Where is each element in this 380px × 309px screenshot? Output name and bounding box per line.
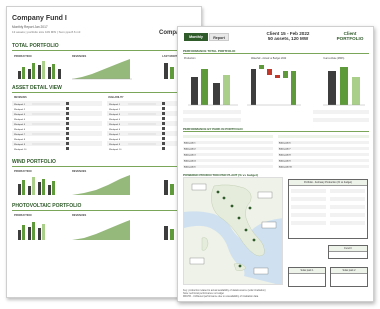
svg-text:Windpark 4: Windpark 4: [14, 118, 26, 121]
section-divider: [12, 166, 198, 167]
report-subtitle: Monthly Report Jan 2017: [12, 25, 48, 29]
ytd-bars: [328, 67, 360, 105]
svg-text:Windpark 7: Windpark 7: [109, 133, 121, 136]
footnotes: Key: production related to actual availa…: [183, 289, 293, 298]
tab-monthly[interactable]: Monthly: [184, 33, 208, 41]
chart-label-mid: Waterfall - Actual vs Budget 2022: [251, 57, 287, 60]
svg-text:PRODUCTION: PRODUCTION: [14, 213, 32, 217]
production-map[interactable]: [183, 177, 283, 285]
fund-box: Fund II: [328, 245, 368, 259]
production-label: PRODUCTION: [14, 54, 32, 58]
svg-text:Solar park 10: Solar park 10: [279, 167, 292, 169]
svg-text:Windpark 10: Windpark 10: [109, 148, 122, 151]
svg-text:Windpark 3: Windpark 3: [14, 113, 26, 116]
svg-text:Windpark 9: Windpark 9: [109, 143, 121, 146]
svg-text:Windpark 2: Windpark 2: [14, 108, 26, 111]
svg-text:Windpark 6: Windpark 6: [14, 128, 26, 131]
fund-title: Company Fund I: [12, 15, 67, 22]
section-asset-overview: ASSET DETAIL VIEW: [12, 85, 62, 91]
svg-text:Solar park 8: Solar park 8: [279, 155, 291, 157]
report-preview: Company Fund I Monthly Report Jan 2017 1…: [0, 0, 380, 309]
svg-text:Windpark 6: Windpark 6: [109, 128, 121, 131]
svg-text:Solar park 7: Solar park 7: [279, 149, 291, 151]
revenue-area: [72, 59, 130, 79]
svg-text:Windpark 8: Windpark 8: [109, 138, 121, 141]
production-bars: [18, 61, 61, 79]
svg-text:Solar park 2: Solar park 2: [184, 149, 196, 151]
svg-text:Solar park 9: Solar park 9: [279, 161, 291, 163]
client-right-line2: PORTFOLIO: [336, 36, 364, 41]
svg-text:Solar park 5: Solar park 5: [184, 167, 196, 169]
section-divider: [183, 131, 369, 132]
svg-text:Windpark 2: Windpark 2: [109, 108, 121, 111]
svg-text:Windpark 1: Windpark 1: [109, 103, 121, 106]
svg-text:Windpark 4: Windpark 4: [109, 118, 121, 121]
svg-text:REVENUES: REVENUES: [72, 213, 87, 217]
svg-text:Solar park 4: Solar park 4: [184, 160, 196, 163]
section-divider: [183, 53, 369, 54]
fund-box-label: Fund II: [329, 246, 367, 252]
svg-text:PRODUCTION: PRODUCTION: [14, 169, 32, 173]
asset-overview-tables: REVENUES AVAILABILITY Windpark 1 Windpark…: [12, 96, 198, 151]
report-subtitle-detail: 13 assets | portfolio size 109 MW | Sum …: [12, 30, 81, 34]
solar-park-box-1-label: Solar park 1: [289, 268, 325, 274]
section-total-portfolio: TOTAL PORTFOLIO: [12, 43, 59, 49]
footnote-3: MR-HR - Unfiltered performance due to un…: [183, 295, 259, 298]
svg-text:Windpark 9: Windpark 9: [14, 143, 26, 146]
portfolio-box-grid: [291, 189, 365, 225]
solar-park-box-2-label: Solar park 2: [331, 268, 367, 274]
svg-text:Windpark 10: Windpark 10: [14, 148, 27, 151]
section-divider: [12, 210, 198, 211]
client-portfolio-label: Client PORTFOLIO: [328, 31, 372, 41]
svg-text:Solar park 1: Solar park 1: [184, 143, 196, 145]
pv-portfolio-charts: PRODUCTION REVENUES: [14, 213, 174, 240]
solar-park-box-2: Solar park 2: [330, 267, 368, 287]
svg-text:Windpark 1: Windpark 1: [14, 103, 26, 106]
production-bars: [191, 69, 230, 105]
wind-portfolio-charts: PRODUCTION REVENUES: [14, 169, 174, 195]
svg-text:Windpark 5: Windpark 5: [109, 123, 121, 126]
svg-text:AVAILABILITY: AVAILABILITY: [108, 96, 124, 99]
svg-text:Solar park 6: Solar park 6: [279, 143, 291, 145]
svg-text:Solar park 3: Solar park 3: [184, 155, 196, 157]
revenues-label: REVENUES: [72, 54, 87, 58]
solar-park-box-1: Solar park 1: [288, 267, 326, 287]
client-header: Client 15 - Feb 2022 50 assets, 120 MW: [252, 31, 324, 41]
portfolio-production-box: Portfolio - February Production (% vs bu…: [288, 179, 368, 239]
waterfall-bars: [251, 65, 296, 105]
svg-text:REVENUES: REVENUES: [72, 169, 87, 173]
tab-report[interactable]: Report: [209, 33, 229, 41]
svg-text:REVENUES: REVENUES: [14, 97, 27, 99]
park-table-rows: [183, 135, 369, 168]
svg-text:Windpark 5: Windpark 5: [14, 123, 26, 126]
asset-table-rows: [12, 101, 198, 146]
italy-map-graphic: [184, 178, 282, 284]
front-report-page: Monthly Report Client 15 - Feb 2022 50 a…: [177, 26, 374, 302]
svg-text:Windpark 7: Windpark 7: [14, 133, 26, 136]
back-report-page: Company Fund I Monthly Report Jan 2017 1…: [6, 6, 202, 298]
section-wind-portfolio: WIND PORTFOLIO: [12, 159, 56, 165]
client-assets: 50 assets, 120 MW: [267, 36, 309, 41]
chart-label-left: Production: [184, 57, 196, 60]
svg-text:Windpark 3: Windpark 3: [109, 113, 121, 116]
svg-text:Windpark 8: Windpark 8: [14, 138, 26, 141]
performance-charts: Production Waterfall - Actual vs Budget …: [183, 57, 369, 122]
total-portfolio-charts: PRODUCTION REVENUES LAST MONTH: [14, 54, 179, 80]
section-divider: [12, 50, 198, 51]
chart-label-right: Year-to-Date (MWh): [323, 57, 345, 60]
section-divider: [12, 92, 198, 93]
section-pv-portfolio: PHOTOVOLTAIC PORTFOLIO: [12, 203, 82, 209]
asset-performance-tables: Solar park 1 Solar park 2 Solar park 3 Sol…: [183, 135, 369, 169]
